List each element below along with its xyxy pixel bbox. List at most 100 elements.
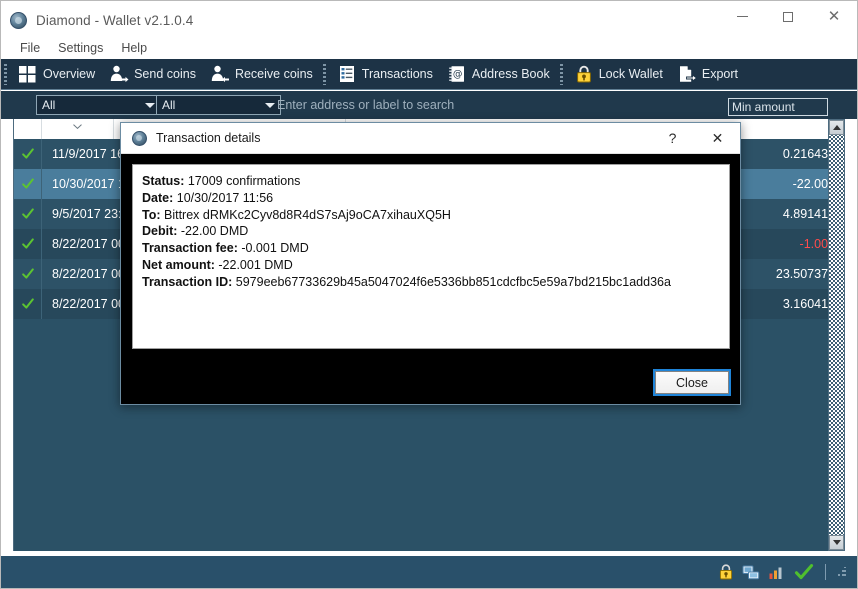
detail-label: To: [142,207,161,222]
row-status-cell [14,199,42,229]
detail-line: Transaction ID: 5979eeb67733629b45a50470… [142,274,720,291]
row-status-cell [14,169,42,199]
diamond-logo-icon [10,11,27,29]
date-filter-value: All [162,98,176,112]
padlock-icon [576,65,591,83]
column-header-date[interactable] [42,119,114,139]
detail-label: Status: [142,174,185,188]
toolbar-overview-button[interactable]: Overview [11,59,102,90]
toolbar-lock-wallet-button[interactable]: Lock Wallet [567,59,670,90]
min-amount-input[interactable] [728,98,828,116]
minimize-button[interactable] [719,1,765,32]
toolbar-overview-label: Overview [43,67,96,81]
dialog-close-button[interactable]: ✕ [695,123,740,153]
confirmed-check-icon [21,268,34,279]
menu-help[interactable]: Help [112,39,156,57]
detail-value: -22.001 DMD [214,257,293,272]
signal-bars-icon[interactable] [768,563,786,581]
confirmed-check-icon [21,298,34,309]
toolbar-address-book-label: Address Book [471,67,550,81]
detail-value: 17009 confirmations [184,174,301,188]
toolbar-transactions-button[interactable]: Transactions [330,59,440,90]
detail-label: Debit: [142,224,178,239]
detail-line: Debit: -22.00 DMD [142,223,720,240]
menu-file[interactable]: File [11,39,49,57]
detail-line: To: Bittrex dRMKc2Cyv8d8R4dS7sAj9oCA7xih… [142,207,720,224]
type-filter-dropdown[interactable]: All [36,95,161,115]
column-header-status[interactable] [14,119,42,139]
detail-line: Transaction fee: -0.001 DMD [142,240,720,257]
title-bar: Diamond - Wallet v2.1.0.4 ✕ [1,1,857,39]
row-date-cell: 8/22/2017 00:2 [52,297,128,311]
scroll-down-button[interactable] [829,535,844,550]
toolbar-send-coins-button[interactable]: Send coins [102,59,203,90]
sync-check-icon[interactable] [794,563,814,581]
scroll-up-button[interactable] [829,120,844,135]
row-date-cell: 8/22/2017 00:3 [52,237,128,251]
toolbar-address-book-button[interactable]: @ Address Book [440,59,557,90]
toolbar-lock-wallet-label: Lock Wallet [598,67,663,81]
toolbar-send-coins-label: Send coins [134,67,196,81]
network-icon[interactable] [742,563,760,581]
chevron-down-icon [265,103,275,108]
maximize-button[interactable] [765,1,811,32]
row-status-cell [14,289,42,319]
chevron-down-icon [72,124,82,129]
window-title: Diamond - Wallet v2.1.0.4 [36,12,194,28]
svg-text:@: @ [453,69,463,80]
chevron-down-icon [145,103,155,108]
vertical-scrollbar[interactable] [828,119,845,551]
close-window-button[interactable]: ✕ [811,1,857,32]
wallet-window: Diamond - Wallet v2.1.0.4 ✕ File Setting… [0,0,858,589]
row-status-cell [14,229,42,259]
toolbar-export-label: Export [701,67,738,81]
row-status-cell [14,139,42,169]
dialog-controls: ? ✕ [650,123,740,153]
status-icons [718,563,857,581]
dialog-title-bar: Transaction details ? ✕ [121,123,740,154]
resize-grip-icon[interactable] [837,567,847,577]
grid-icon [19,66,36,83]
transaction-details-text: Status: 17009 confirmations Date: 10/30/2… [132,164,730,349]
export-icon [678,65,697,83]
main-toolbar: Overview Send coins Receive coins Transa… [1,59,857,90]
type-filter-value: All [42,98,56,112]
status-bar [1,556,857,588]
toolbar-receive-coins-button[interactable]: Receive coins [203,59,320,90]
detail-label: Date: [142,190,174,205]
dialog-title: Transaction details [156,131,261,145]
menu-settings[interactable]: Settings [49,39,112,57]
dialog-footer: Close [653,369,731,396]
toolbar-export-button[interactable]: Export [670,59,745,90]
detail-label: Transaction ID: [142,274,233,289]
diamond-logo-icon [132,130,147,146]
confirmed-check-icon [21,238,34,249]
padlock-icon[interactable] [718,563,734,581]
close-dialog-button[interactable]: Close [653,369,731,396]
maximize-icon [783,11,793,22]
person-send-icon [110,65,129,83]
detail-label: Transaction fee: [142,241,238,256]
search-input[interactable] [277,95,717,115]
detail-line: Status: 17009 confirmations [142,173,720,190]
row-date-cell: 10/30/2017 11:5 [52,177,128,191]
detail-label: Net amount: [142,257,215,272]
toolbar-grip[interactable] [4,63,7,85]
row-date-cell: 8/22/2017 00:29 [52,267,128,281]
detail-line: Date: 10/30/2017 11:56 [142,190,720,207]
date-filter-dropdown[interactable]: All [156,95,281,115]
confirmed-check-icon [21,208,34,219]
toolbar-grip-3[interactable] [559,63,563,85]
detail-value: -0.001 DMD [237,241,309,256]
scroll-up-arrow-icon [832,125,841,130]
row-date-cell: 9/5/2017 23:21 [52,207,128,221]
dialog-help-button[interactable]: ? [650,123,695,153]
detail-value: Bittrex dRMKc2Cyv8d8R4dS7sAj9oCA7xihauXQ… [160,207,451,222]
confirmed-check-icon [21,178,34,189]
detail-value: 10/30/2017 11:56 [173,190,274,205]
dialog-body: Status: 17009 confirmations Date: 10/30/2… [121,154,740,405]
toolbar-grip-2[interactable] [322,63,326,85]
close-icon: ✕ [827,7,841,25]
menu-bar: File Settings Help [1,37,857,59]
window-controls: ✕ [719,1,857,39]
